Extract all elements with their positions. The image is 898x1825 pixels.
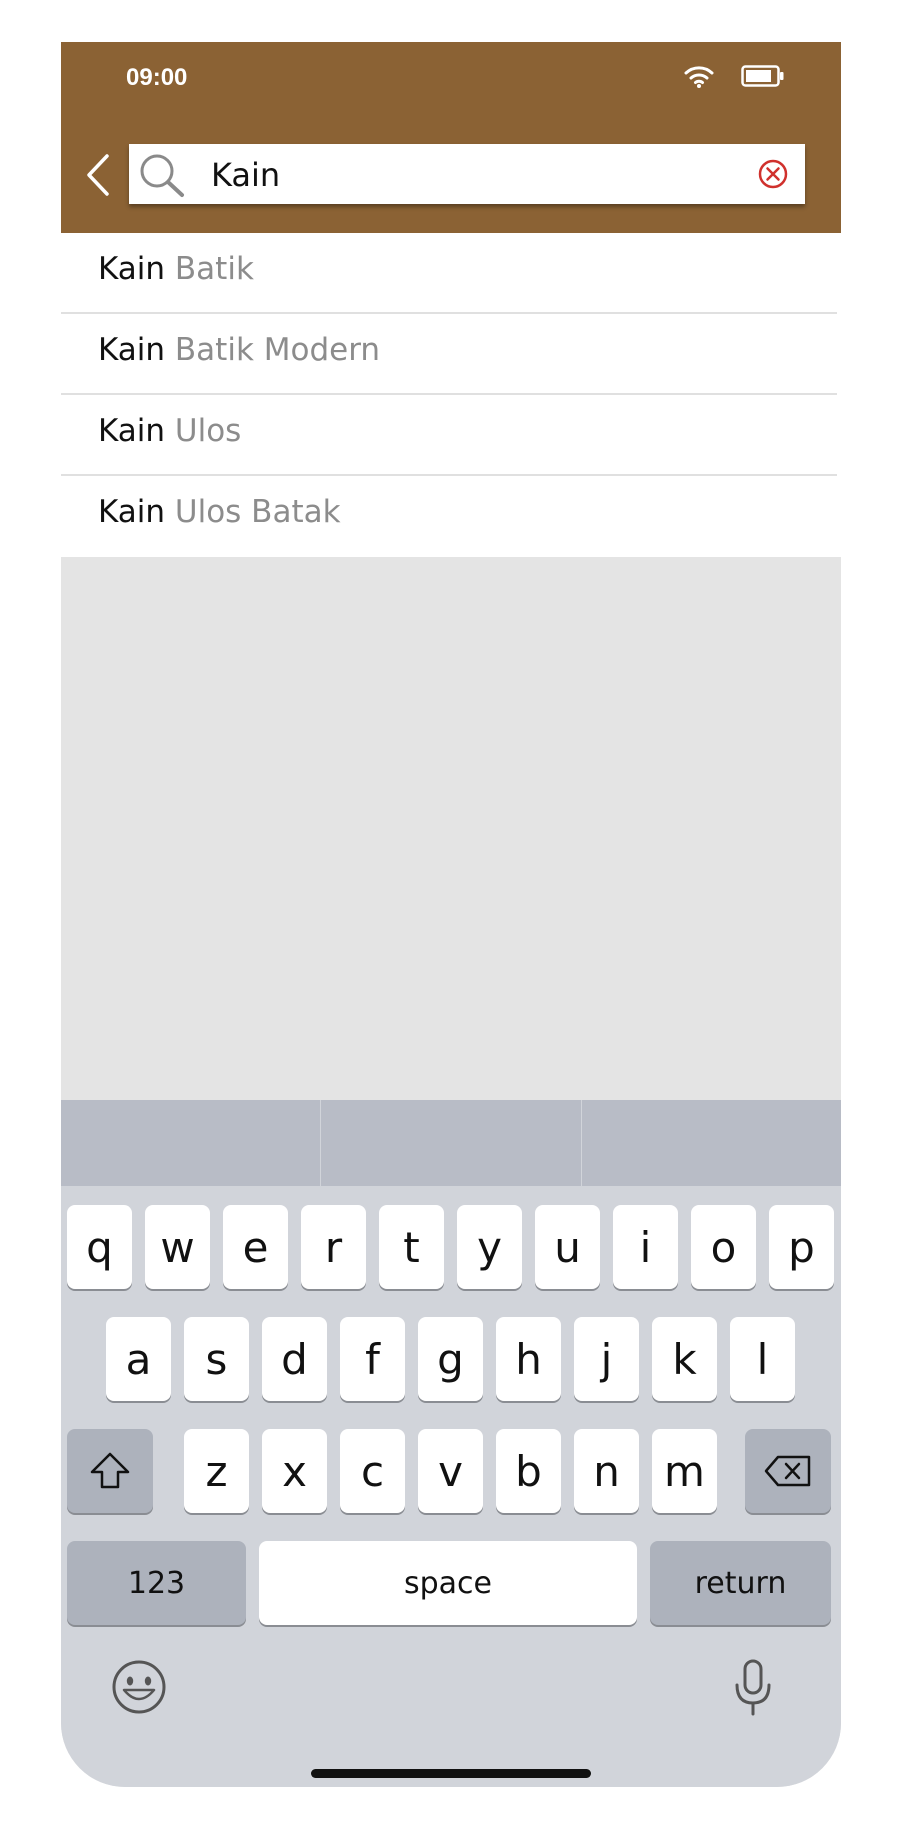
clear-search-icon[interactable] (757, 158, 789, 190)
suggestion-rest: Batik Modern (174, 332, 381, 368)
key-a[interactable]: a (106, 1317, 171, 1401)
space-key[interactable]: space (259, 1541, 637, 1625)
prediction-slot[interactable] (321, 1100, 582, 1186)
suggestion-label: Kain Ulos Batak (98, 494, 341, 530)
search-icon (140, 154, 184, 197)
key-w[interactable]: w (145, 1205, 210, 1289)
status-time: 09:00 (126, 64, 188, 91)
key-x[interactable]: x (262, 1429, 327, 1513)
suggestion-match: Kain (98, 494, 166, 530)
suggestion-match: Kain (98, 332, 166, 368)
key-k[interactable]: k (652, 1317, 717, 1401)
key-t[interactable]: t (379, 1205, 444, 1289)
key-b[interactable]: b (496, 1429, 561, 1513)
suggestion-match: Kain (98, 413, 166, 449)
numbers-key[interactable]: 123 (67, 1541, 246, 1625)
key-e[interactable]: e (223, 1205, 288, 1289)
key-s[interactable]: s (184, 1317, 249, 1401)
suggestion-list: Kain Batik Kain Batik Modern Kain Ulos K… (61, 233, 841, 557)
suggestion-rest: Batik (174, 251, 254, 287)
predictive-bar (61, 1100, 841, 1186)
key-p[interactable]: p (769, 1205, 834, 1289)
backspace-icon (764, 1455, 811, 1487)
key-h[interactable]: h (496, 1317, 561, 1401)
key-g[interactable]: g (418, 1317, 483, 1401)
suggestion-rest: Ulos Batak (174, 494, 341, 530)
battery-icon (741, 65, 784, 87)
backspace-key[interactable] (745, 1429, 831, 1513)
suggestion-item[interactable]: Kain Batik (61, 233, 837, 314)
shift-key[interactable] (67, 1429, 153, 1513)
search-box[interactable] (129, 144, 805, 204)
shift-icon (90, 1452, 130, 1489)
keyboard: q w e r t y u i o p a s d f g h j k l z … (61, 1100, 841, 1787)
key-v[interactable]: v (418, 1429, 483, 1513)
suggestion-label: Kain Batik Modern (98, 332, 380, 368)
app-header: 09:00 (61, 42, 841, 233)
suggestion-match: Kain (98, 251, 166, 287)
wifi-icon (684, 66, 714, 88)
key-z[interactable]: z (184, 1429, 249, 1513)
key-d[interactable]: d (262, 1317, 327, 1401)
phone-screen: 09:00 Kain Kain Batik Kain Batik Modern … (61, 42, 841, 1787)
suggestion-label: Kain Batik (98, 251, 254, 287)
chevron-left-icon (87, 154, 109, 196)
home-indicator (311, 1769, 591, 1778)
prediction-slot[interactable] (61, 1100, 322, 1186)
microphone-icon[interactable] (732, 1658, 774, 1718)
key-q[interactable]: q (67, 1205, 132, 1289)
key-l[interactable]: l (730, 1317, 795, 1401)
suggestion-item[interactable]: Kain Ulos Batak (61, 476, 837, 555)
emoji-icon[interactable] (111, 1659, 167, 1715)
suggestion-rest: Ulos (174, 413, 242, 449)
key-y[interactable]: y (457, 1205, 522, 1289)
key-n[interactable]: n (574, 1429, 639, 1513)
suggestion-item[interactable]: Kain Ulos (61, 395, 837, 476)
key-f[interactable]: f (340, 1317, 405, 1401)
suggestion-item[interactable]: Kain Batik Modern (61, 314, 837, 395)
back-button[interactable] (73, 150, 123, 200)
suggestion-label: Kain Ulos (98, 413, 241, 449)
key-u[interactable]: u (535, 1205, 600, 1289)
key-r[interactable]: r (301, 1205, 366, 1289)
key-m[interactable]: m (652, 1429, 717, 1513)
search-input[interactable] (209, 152, 733, 198)
key-i[interactable]: i (613, 1205, 678, 1289)
prediction-slot[interactable] (582, 1100, 841, 1186)
key-c[interactable]: c (340, 1429, 405, 1513)
key-o[interactable]: o (691, 1205, 756, 1289)
return-key[interactable]: return (650, 1541, 831, 1625)
key-j[interactable]: j (574, 1317, 639, 1401)
